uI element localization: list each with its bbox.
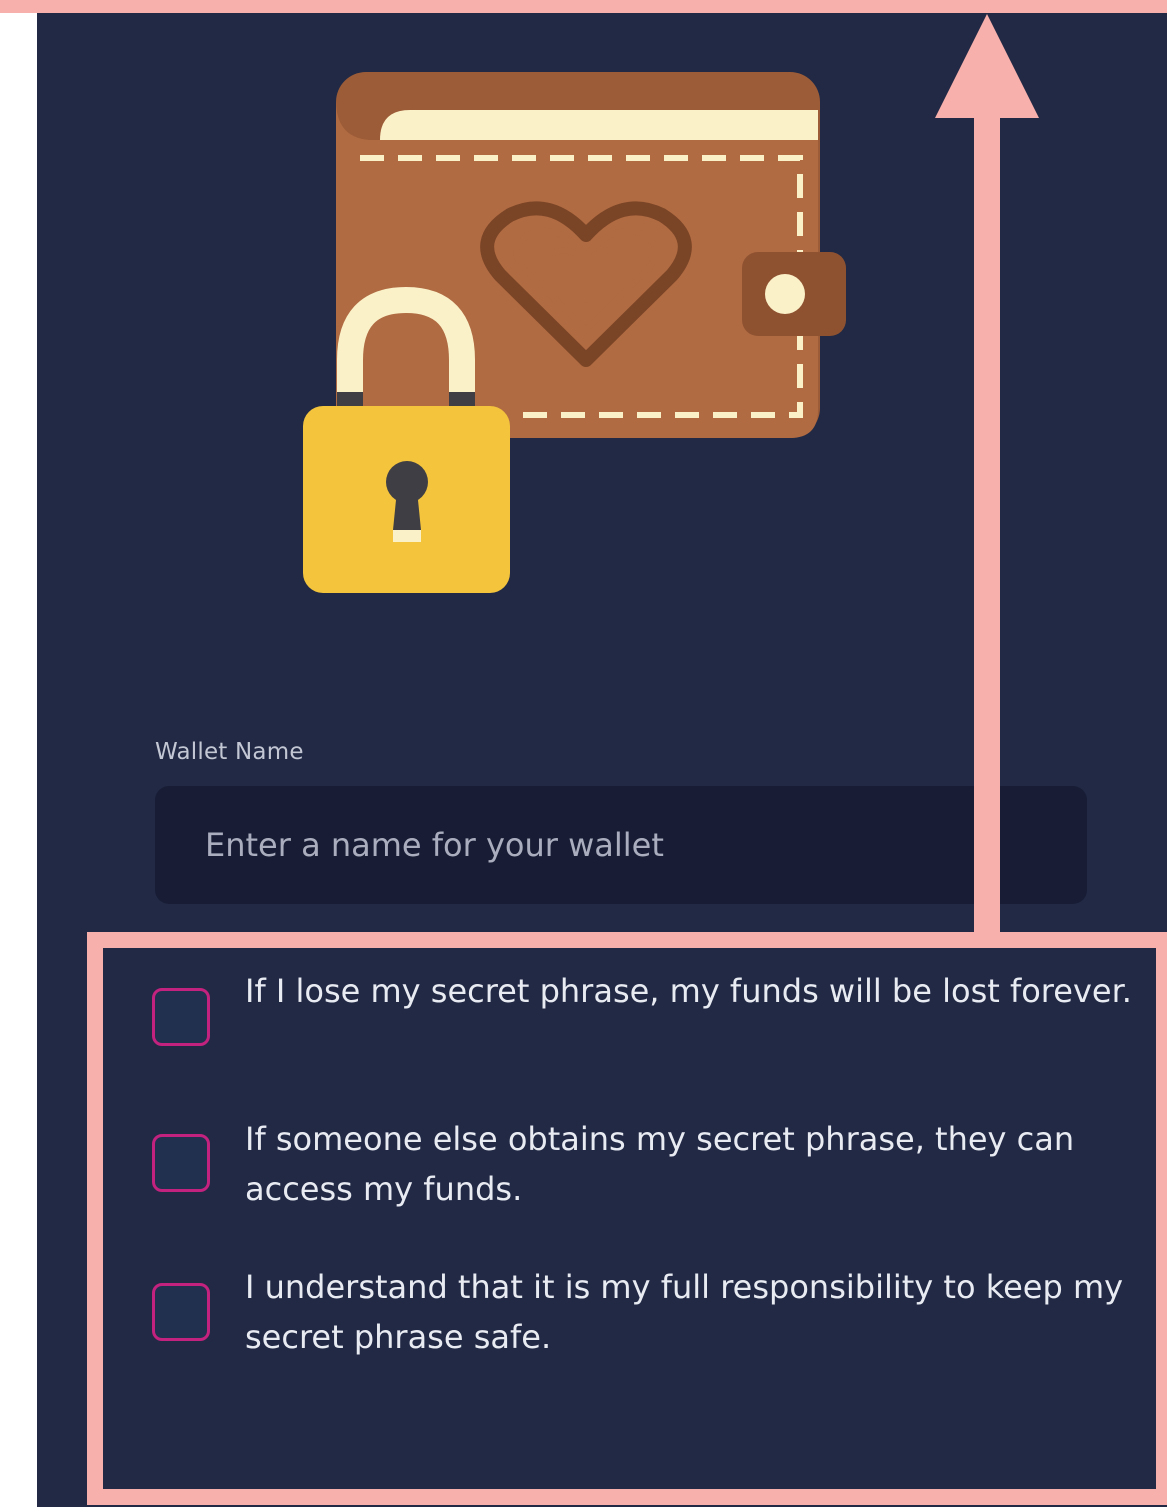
wallet-with-padlock-icon [303,72,846,593]
annotation-arrow-up-icon [935,14,1039,118]
acknowledgement-label: If someone else obtains my secret phrase… [245,1120,1075,1208]
acknowledgement-item-funds-lost[interactable]: If I lose my secret phrase, my funds wil… [152,966,1142,1076]
acknowledgement-item-others-access[interactable]: If someone else obtains my secret phrase… [152,1114,1142,1224]
checkbox-funds-lost[interactable] [152,988,210,1046]
screen: Wallet Name If I lose my secret phrase, … [0,0,1167,1507]
checkbox-others-access[interactable] [152,1134,210,1192]
acknowledgement-label: I understand that it is my full responsi… [245,1268,1124,1356]
acknowledgement-label: If I lose my secret phrase, my funds wil… [245,972,1132,1010]
annotation-arrow-shaft [974,110,1000,936]
acknowledgement-item-full-responsibility[interactable]: I understand that it is my full responsi… [152,1262,1142,1372]
annotation-top-bar [0,0,1167,13]
checkbox-full-responsibility[interactable] [152,1283,210,1341]
wallet-name-label: Wallet Name [155,739,304,765]
wallet-name-input[interactable] [155,786,1087,904]
